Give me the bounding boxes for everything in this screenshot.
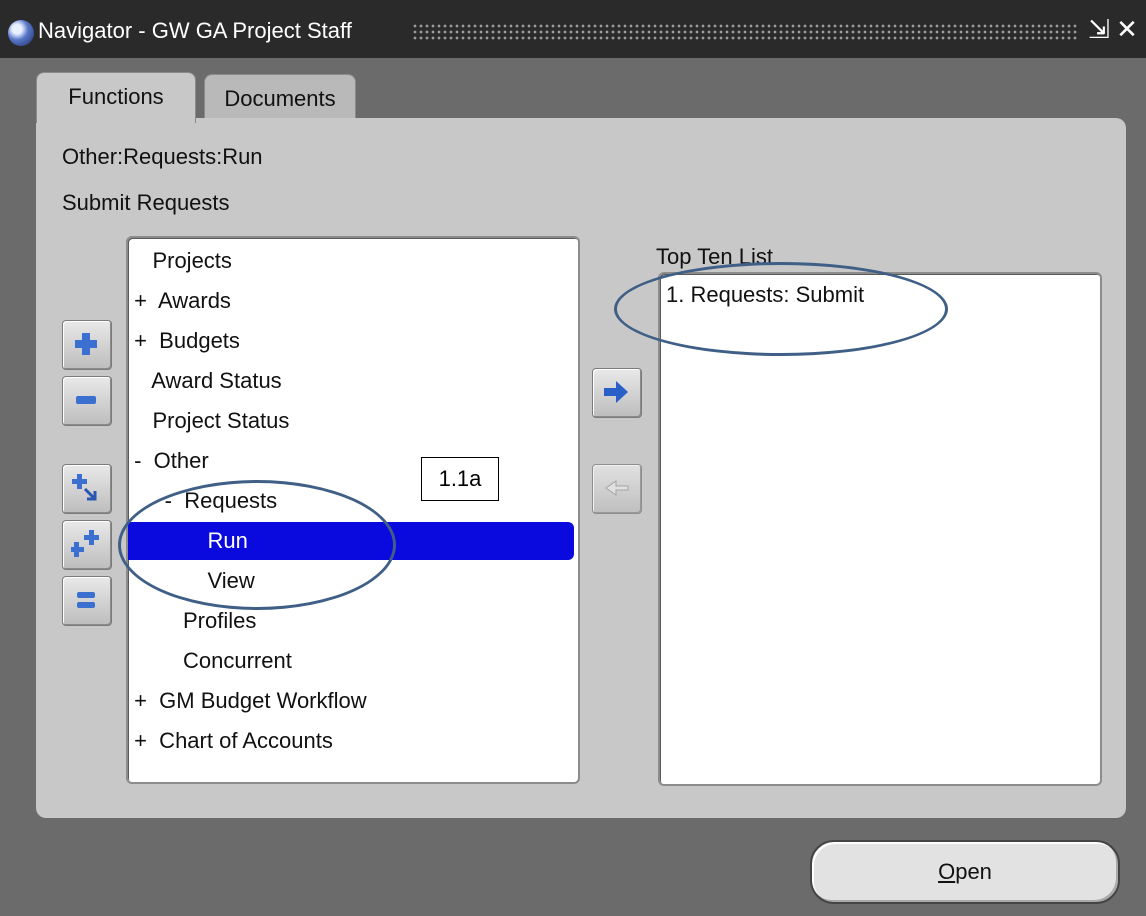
tree-item[interactable]: + Awards — [128, 282, 574, 320]
close-icon[interactable]: ✕ — [1114, 14, 1140, 44]
open-button[interactable]: Open — [810, 840, 1120, 904]
tree-item[interactable]: Projects — [128, 242, 574, 280]
function-description: Submit Requests — [62, 190, 230, 215]
expand-all-button[interactable] — [62, 520, 112, 570]
collapse-icon — [76, 396, 96, 404]
tree-item[interactable]: Profiles — [128, 602, 574, 640]
tree-item[interactable]: Award Status — [128, 362, 574, 400]
tree-item[interactable]: Concurrent — [128, 642, 574, 680]
expand-all-icon — [71, 530, 99, 557]
tree-item[interactable]: + Chart of Accounts — [128, 722, 574, 760]
navigator-window: Navigator - GW GA Project Staff ⇲ ✕ Func… — [0, 0, 1146, 916]
tree-item[interactable]: - Other — [128, 442, 574, 480]
window-title: Navigator - GW GA Project Staff — [38, 18, 352, 43]
collapse-all-icon — [77, 592, 95, 608]
add-to-list-arrow-icon — [604, 381, 628, 403]
tree-item[interactable]: + Budgets — [128, 322, 574, 360]
annotation-label: 1.1a — [421, 457, 499, 501]
remove-from-top-ten-button[interactable] — [592, 464, 642, 514]
app-icon — [8, 20, 34, 46]
annotation-ellipse-requests — [118, 480, 396, 610]
title-bar[interactable]: Navigator - GW GA Project Staff ⇲ ✕ — [0, 0, 1146, 58]
remove-from-list-arrow-icon — [605, 480, 629, 496]
expand-button[interactable] — [62, 320, 112, 370]
title-bar-grip — [412, 23, 1077, 41]
expand-branch-icon — [72, 474, 97, 501]
tree-item[interactable]: Project Status — [128, 402, 574, 440]
collapse-button[interactable] — [62, 376, 112, 426]
minimize-icon[interactable]: ⇲ — [1086, 14, 1112, 44]
breadcrumb: Other:Requests:Run — [62, 144, 263, 169]
functions-panel: Other:Requests:Run Submit Requests Proje… — [36, 118, 1126, 818]
expand-branch-button[interactable] — [62, 464, 112, 514]
open-accesskey: O — [938, 859, 956, 884]
open-label-rest: pen — [955, 859, 992, 884]
collapse-all-button[interactable] — [62, 576, 112, 626]
tab-functions[interactable]: Functions — [36, 72, 196, 123]
expand-icon — [75, 333, 97, 355]
add-to-top-ten-button[interactable] — [592, 368, 642, 418]
tree-item[interactable]: + GM Budget Workflow — [128, 682, 574, 720]
annotation-ellipse-top-ten — [614, 262, 948, 356]
tab-documents[interactable]: Documents — [204, 74, 356, 121]
